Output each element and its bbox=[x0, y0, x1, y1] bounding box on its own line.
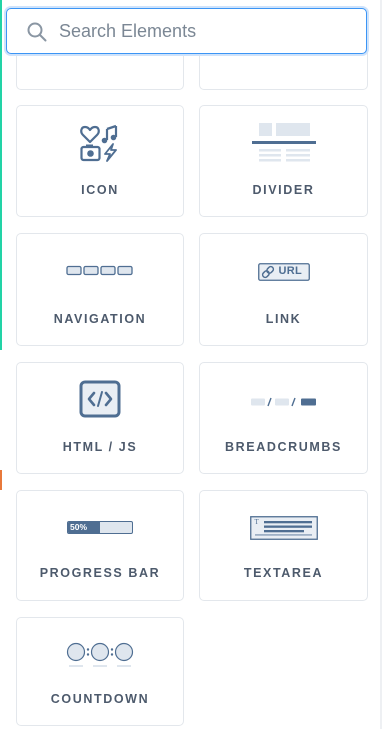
element-label: COUNTDOWN bbox=[50, 692, 150, 706]
element-label: ICON bbox=[81, 183, 119, 197]
element-label: DIVIDER bbox=[252, 183, 315, 197]
element-label: LINK bbox=[265, 312, 302, 326]
element-label: BREADCRUMBS bbox=[225, 440, 342, 454]
navigation-icon bbox=[66, 265, 133, 276]
left-marker bbox=[0, 470, 2, 490]
element-card-countdown[interactable]: COUNTDOWN bbox=[16, 617, 184, 726]
elements-panel: ICON DIVIDER NAVIGATION bbox=[0, 0, 382, 729]
link-icon: URL bbox=[257, 263, 310, 281]
element-label: HTML / JS bbox=[62, 440, 138, 454]
element-card-progress-bar[interactable]: 50% PROGRESS BAR bbox=[16, 490, 184, 601]
element-card-divider[interactable]: DIVIDER bbox=[199, 105, 368, 217]
divider-icon bbox=[251, 123, 316, 162]
element-card-html-js[interactable]: HTML / JS bbox=[16, 362, 184, 474]
element-label: TEXTAREA bbox=[243, 566, 324, 580]
progress-bar-icon: 50% bbox=[67, 521, 133, 534]
element-card-navigation[interactable]: NAVIGATION bbox=[16, 233, 184, 346]
search-box[interactable] bbox=[6, 8, 367, 54]
progress-text: 50% bbox=[70, 522, 88, 532]
icon-icon bbox=[80, 124, 118, 162]
element-label: PROGRESS BAR bbox=[39, 566, 161, 580]
breadcrumbs-icon bbox=[250, 397, 316, 407]
element-card-link[interactable]: URL LINK bbox=[199, 233, 368, 346]
link-icon-text: URL bbox=[278, 265, 303, 277]
search-icon bbox=[27, 22, 47, 42]
element-card-breadcrumbs[interactable]: BREADCRUMBS bbox=[199, 362, 368, 474]
countdown-icon bbox=[66, 642, 134, 667]
element-card-textarea[interactable]: T TEXTAREA bbox=[199, 490, 368, 601]
element-card-icon[interactable]: ICON bbox=[16, 105, 184, 217]
search-input[interactable] bbox=[59, 9, 359, 53]
textarea-icon: T bbox=[249, 516, 318, 540]
code-icon bbox=[79, 380, 121, 418]
textarea-icon-text: T bbox=[254, 518, 259, 526]
element-label: NAVIGATION bbox=[53, 312, 147, 326]
left-accent-bar bbox=[0, 0, 2, 350]
